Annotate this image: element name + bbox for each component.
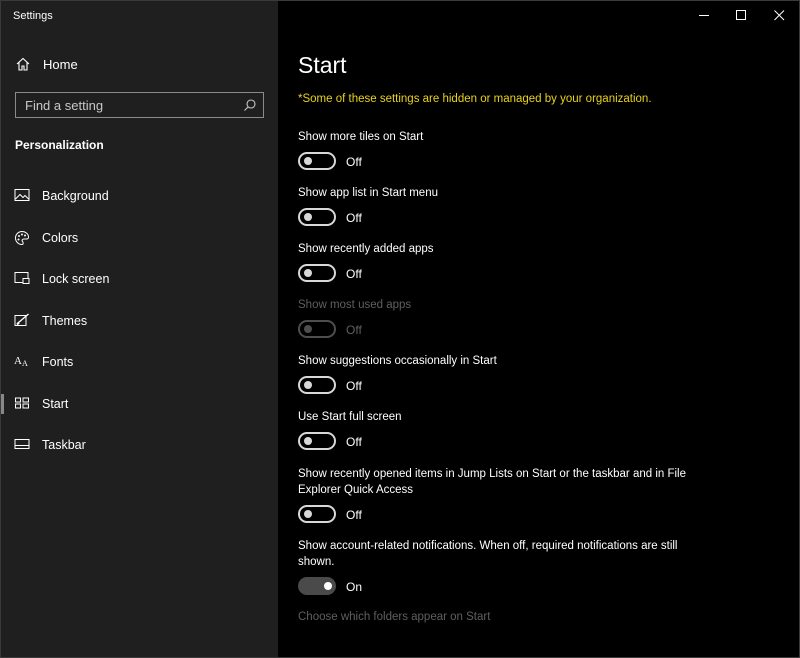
sidebar-item-label: Background	[42, 189, 109, 203]
svg-text:A: A	[22, 359, 28, 368]
window-title: Settings	[13, 10, 53, 22]
setting-label-full-screen: Use Start full screen	[298, 411, 402, 423]
home-nav-item[interactable]: Home	[1, 53, 278, 77]
section-title: Personalization	[15, 138, 104, 152]
lock-screen-icon	[14, 271, 32, 287]
toggle-jump-lists[interactable]	[298, 505, 336, 523]
sidebar-item-label: Themes	[42, 313, 88, 328]
palette-icon	[14, 230, 32, 246]
setting-label-suggestions: Show suggestions occasionally in Start	[298, 355, 497, 367]
minimize-button[interactable]	[685, 1, 723, 31]
setting-label-most-used: Show most used apps	[298, 299, 412, 311]
sidebar-item-fonts[interactable]: AA Fonts	[1, 347, 278, 389]
sidebar-item-themes[interactable]: Themes	[1, 306, 278, 348]
managed-notice: *Some of these settings are hidden or ma…	[298, 93, 652, 105]
toggle-recently-added[interactable]	[298, 264, 336, 282]
sidebar-item-label: Colors	[42, 230, 79, 245]
toggle-more-tiles[interactable]	[298, 152, 336, 170]
toggle-state: Off	[346, 379, 362, 393]
home-icon	[15, 56, 31, 72]
sidebar-item-label: Lock screen	[42, 272, 110, 286]
sidebar-item-background[interactable]: Background	[1, 181, 278, 223]
search-icon[interactable]	[243, 98, 257, 112]
setting-label-recently-added: Show recently added apps	[298, 243, 434, 255]
sidebar: Settings Home Personalization Background	[1, 1, 278, 657]
toggle-full-screen[interactable]	[298, 432, 336, 450]
close-button[interactable]	[760, 1, 798, 31]
search-input[interactable]	[16, 93, 236, 117]
svg-text:A: A	[14, 355, 22, 367]
sidebar-item-label: Start	[42, 396, 69, 411]
toggle-most-used	[298, 320, 336, 338]
toggle-account-notifications[interactable]	[298, 577, 336, 595]
toggle-state: Off	[346, 435, 362, 449]
close-icon	[774, 10, 785, 21]
sidebar-item-lock-screen[interactable]: Lock screen	[1, 264, 278, 306]
toggle-app-list[interactable]	[298, 208, 336, 226]
taskbar-icon	[14, 437, 32, 453]
toggle-suggestions[interactable]	[298, 376, 336, 394]
toggle-state: Off	[346, 211, 362, 225]
home-label: Home	[43, 57, 78, 72]
page-title: Start	[298, 52, 347, 78]
sidebar-item-start[interactable]: Start	[1, 389, 278, 431]
sidebar-item-colors[interactable]: Colors	[1, 223, 278, 265]
toggle-state: Off	[346, 508, 362, 522]
sidebar-item-label: Taskbar	[42, 438, 86, 452]
fonts-icon: AA	[14, 354, 32, 370]
maximize-icon	[736, 10, 746, 20]
setting-label-more-tiles: Show more tiles on Start	[298, 131, 424, 143]
maximize-button[interactable]	[722, 1, 760, 31]
toggle-state: On	[346, 580, 363, 594]
search-box	[15, 92, 264, 118]
toggle-state: Off	[346, 323, 362, 337]
setting-label-jump-lists: Show recently opened items in Jump Lists…	[298, 468, 687, 496]
start-icon	[14, 396, 32, 412]
toggle-state: Off	[346, 155, 362, 169]
choose-folders-link[interactable]: Choose which folders appear on Start	[298, 611, 490, 623]
picture-icon	[14, 188, 32, 204]
themes-icon	[14, 313, 32, 329]
sidebar-item-taskbar[interactable]: Taskbar	[1, 430, 278, 472]
sidebar-item-label: Fonts	[42, 355, 74, 369]
minimize-icon	[699, 15, 709, 16]
setting-label-account-notifications: Show account-related notifications. When…	[298, 540, 678, 568]
settings-window: Settings Home Personalization Background	[0, 0, 800, 658]
toggle-state: Off	[346, 267, 362, 281]
setting-label-app-list: Show app list in Start menu	[298, 187, 438, 199]
nav-list: Background Colors Lock screen Themes A A…	[1, 181, 278, 472]
